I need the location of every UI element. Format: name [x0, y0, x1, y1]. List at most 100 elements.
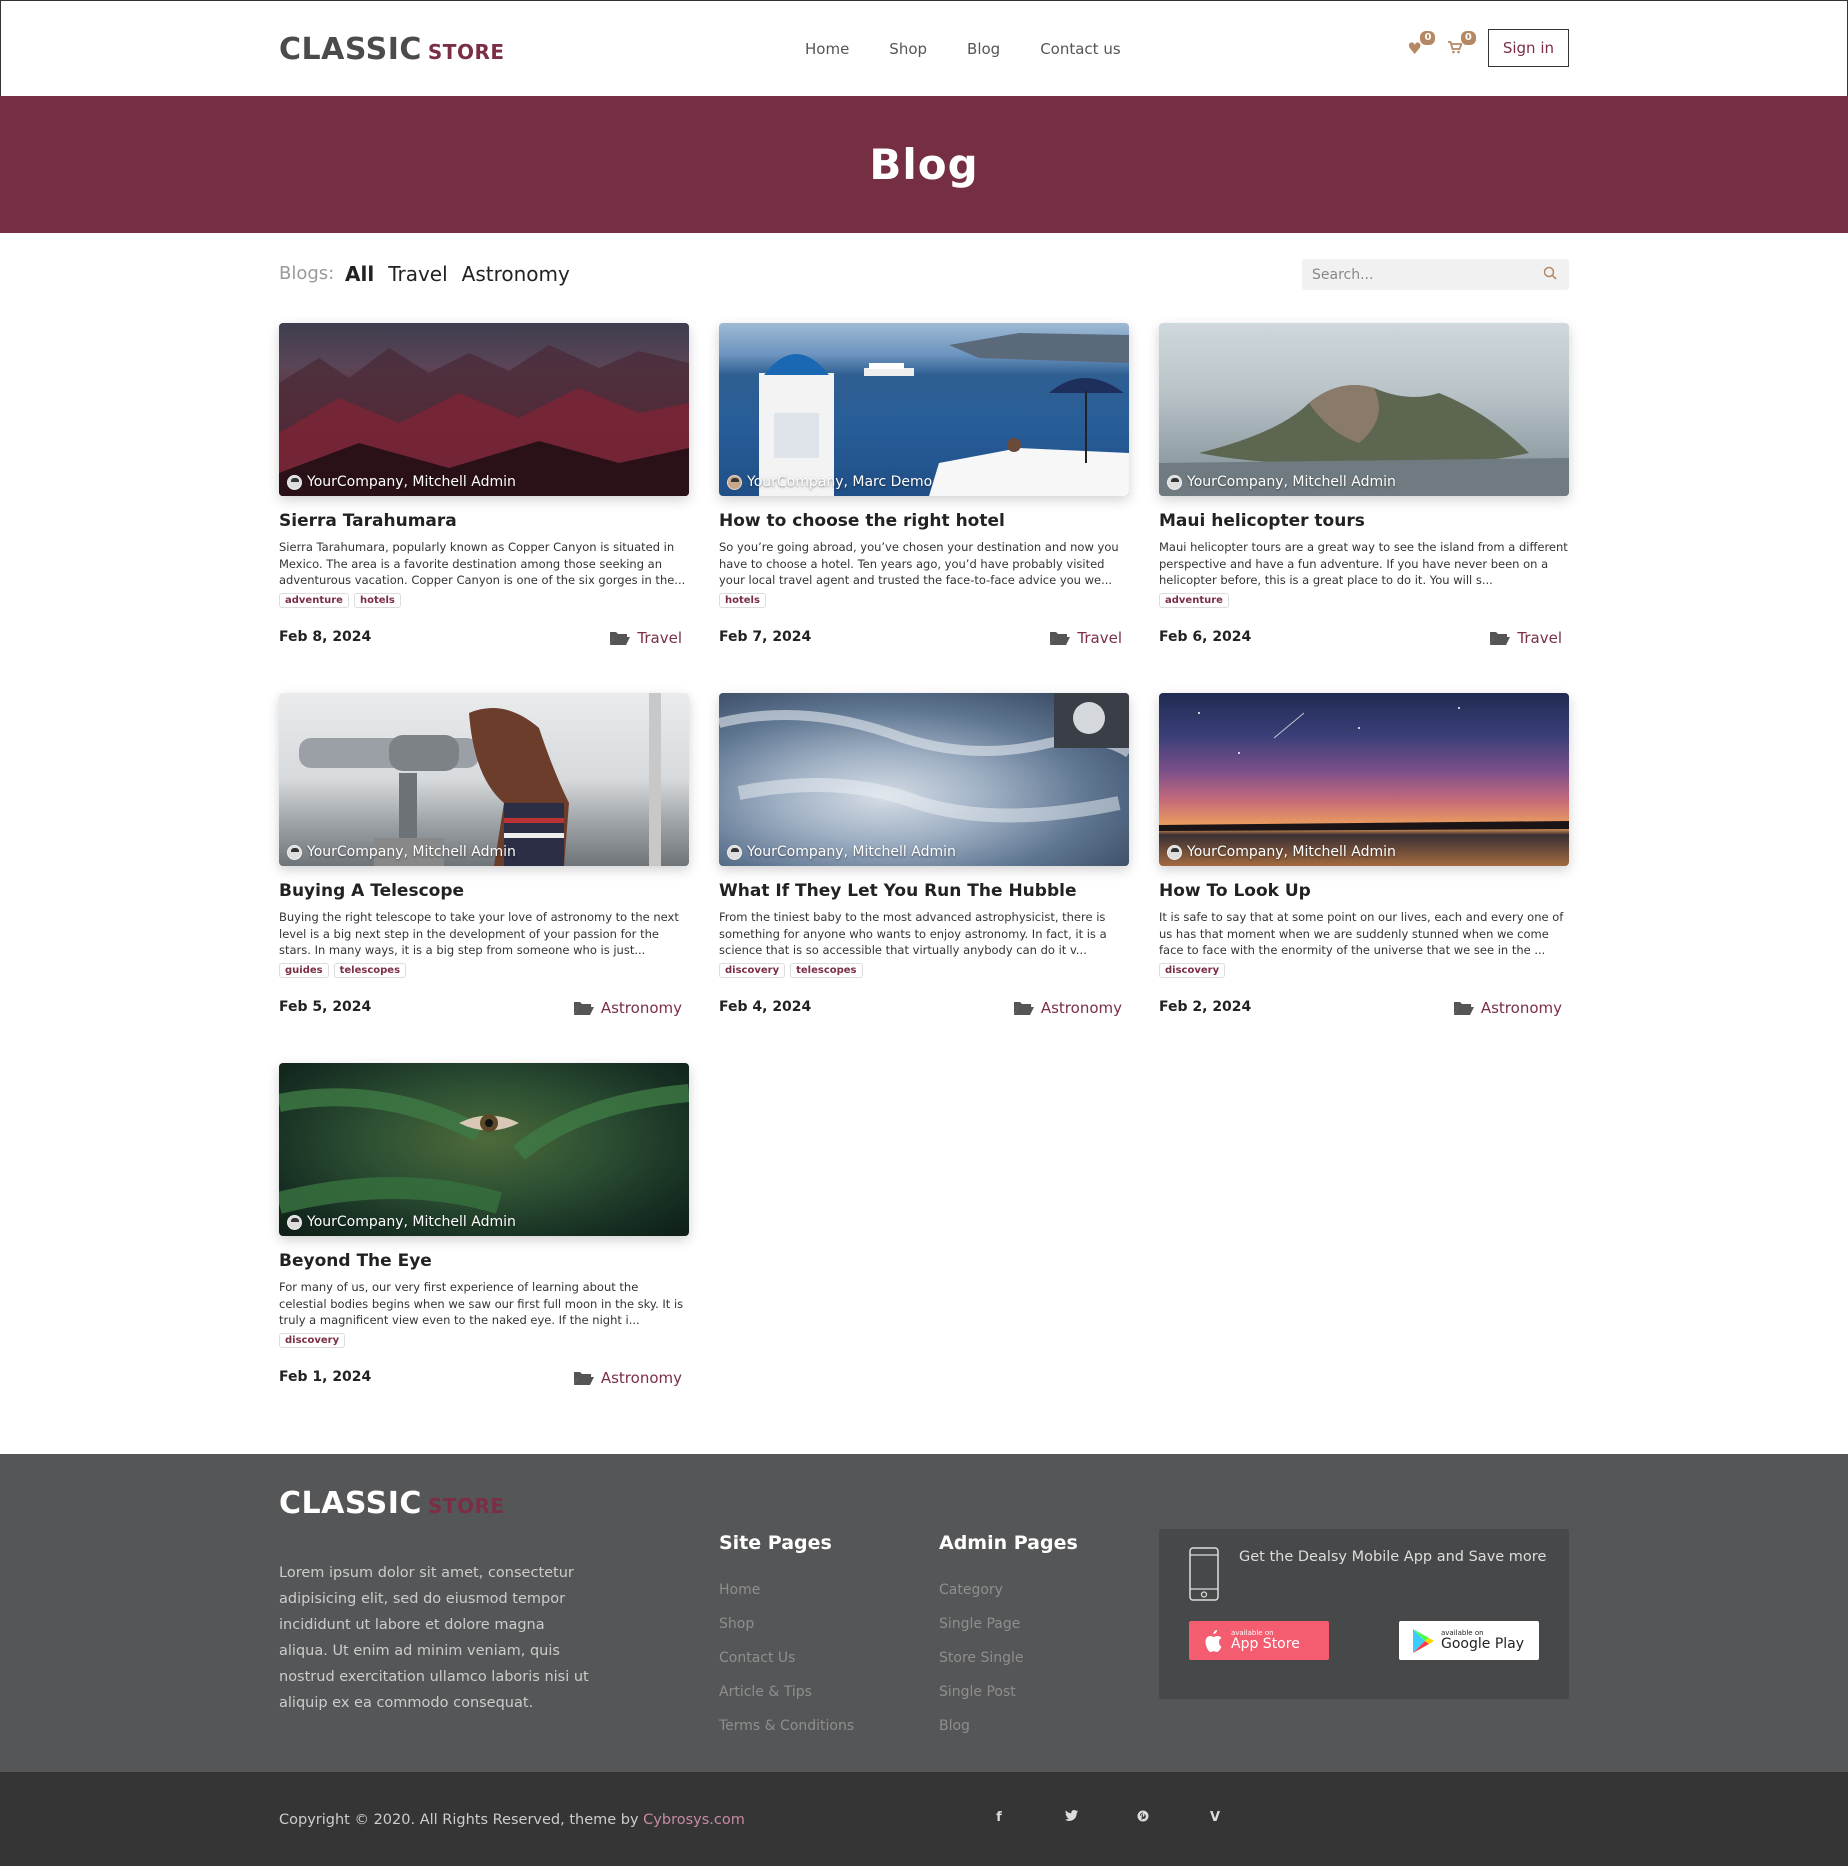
- footer-logo[interactable]: CLASSIC STORE: [279, 1486, 505, 1521]
- post-category-link[interactable]: Travel: [1049, 629, 1122, 647]
- island-image: [1159, 385, 1569, 496]
- post-date: Feb 8, 2024: [279, 629, 372, 645]
- post-tags: adventure: [1159, 593, 1569, 608]
- earth-image: [719, 693, 1129, 823]
- author-avatar: [1167, 844, 1182, 860]
- post-title[interactable]: Sierra Tarahumara: [279, 511, 689, 531]
- cart-count: 0: [1460, 30, 1476, 45]
- filter-travel[interactable]: Travel: [388, 262, 447, 286]
- footer-link-shop[interactable]: Shop: [719, 1616, 854, 1632]
- post-tag[interactable]: discovery: [719, 963, 786, 978]
- footer-link-category[interactable]: Category: [939, 1582, 1078, 1598]
- filter-astronomy[interactable]: Astronomy: [462, 262, 570, 286]
- post-category-link[interactable]: Astronomy: [573, 1369, 682, 1387]
- post-tag[interactable]: telescopes: [333, 963, 407, 978]
- site-pages-heading: Site Pages: [719, 1532, 832, 1554]
- search-box: [1302, 259, 1569, 290]
- footer-link-articles[interactable]: Article & Tips: [719, 1684, 854, 1700]
- footer-link-store-single[interactable]: Store Single: [939, 1650, 1078, 1666]
- post-tag[interactable]: hotels: [719, 593, 766, 608]
- post-author: YourCompany, Mitchell Admin: [727, 844, 956, 860]
- post-cover-image[interactable]: YourCompany, Marc Demo: [719, 323, 1129, 496]
- post-cover-image[interactable]: YourCompany, Mitchell Admin: [279, 693, 689, 866]
- blog-post-card[interactable]: YourCompany, Mitchell Admin What If They…: [719, 693, 1129, 1063]
- post-category-link[interactable]: Astronomy: [573, 999, 682, 1017]
- author-avatar: [287, 844, 302, 860]
- nav-shop[interactable]: Shop: [889, 40, 927, 58]
- footer-link-single-post[interactable]: Single Post: [939, 1684, 1078, 1700]
- folder-open-icon: [573, 1372, 594, 1385]
- search-icon[interactable]: [1543, 266, 1557, 280]
- blog-post-card[interactable]: YourCompany, Mitchell Admin Maui helicop…: [1159, 323, 1569, 693]
- post-cover-image[interactable]: YourCompany, Mitchell Admin: [719, 693, 1129, 866]
- post-tags: discovery: [1159, 963, 1569, 978]
- post-title[interactable]: What If They Let You Run The Hubble: [719, 881, 1129, 901]
- google-play-button[interactable]: available on Google Play: [1399, 1621, 1539, 1660]
- nav-contact[interactable]: Contact us: [1040, 40, 1120, 58]
- author-name: YourCompany, Marc Demo: [747, 474, 933, 490]
- footer-link-terms[interactable]: Terms & Conditions: [719, 1718, 854, 1734]
- post-cover-image[interactable]: YourCompany, Mitchell Admin: [279, 1063, 689, 1236]
- post-date: Feb 7, 2024: [719, 629, 812, 645]
- post-category-link[interactable]: Travel: [1489, 629, 1562, 647]
- footer-link-blog[interactable]: Blog: [939, 1718, 1078, 1734]
- footer-link-home[interactable]: Home: [719, 1582, 854, 1598]
- post-title[interactable]: How To Look Up: [1159, 881, 1569, 901]
- post-author: YourCompany, Mitchell Admin: [1167, 844, 1396, 860]
- footer-link-single-page[interactable]: Single Page: [939, 1616, 1078, 1632]
- folder-open-icon: [610, 632, 631, 645]
- post-category: Astronomy: [1040, 999, 1122, 1017]
- post-cover-image[interactable]: YourCompany, Mitchell Admin: [1159, 323, 1569, 496]
- app-store-button[interactable]: available on App Store: [1189, 1621, 1329, 1660]
- nav-blog[interactable]: Blog: [967, 40, 1000, 58]
- post-tag[interactable]: discovery: [279, 1333, 346, 1348]
- google-play-label: Google Play: [1441, 1636, 1525, 1652]
- site-logo[interactable]: CLASSIC STORE: [279, 32, 505, 67]
- sign-in-button[interactable]: Sign in: [1487, 29, 1569, 67]
- post-category-link[interactable]: Astronomy: [1013, 999, 1122, 1017]
- twitter-icon[interactable]: [1061, 1810, 1081, 1826]
- post-category-link[interactable]: Astronomy: [1453, 999, 1562, 1017]
- post-tag[interactable]: adventure: [1159, 593, 1229, 608]
- facebook-icon[interactable]: f: [989, 1810, 1009, 1826]
- post-tag[interactable]: guides: [279, 963, 329, 978]
- admin-pages-column: Admin Pages Category Single Page Store S…: [939, 1532, 1078, 1752]
- post-title[interactable]: How to choose the right hotel: [719, 511, 1129, 531]
- post-title[interactable]: Buying A Telescope: [279, 881, 689, 901]
- filter-all[interactable]: All: [345, 262, 374, 286]
- post-tag[interactable]: hotels: [353, 593, 401, 608]
- post-date: Feb 1, 2024: [279, 1369, 372, 1385]
- folder-open-icon: [1013, 1002, 1034, 1015]
- nav-home[interactable]: Home: [805, 40, 849, 58]
- site-header: CLASSIC STORE Home Shop Blog Contact us ♥…: [0, 0, 1848, 96]
- blog-post-card[interactable]: YourCompany, Marc Demo How to choose the…: [719, 323, 1129, 693]
- copyright-text: Copyright © 2020. All Rights Reserved, t…: [279, 1812, 745, 1828]
- app-promo-text: Get the Dealsy Mobile App and Save more: [1239, 1549, 1547, 1565]
- blog-post-card[interactable]: YourCompany, Mitchell Admin Buying A Tel…: [279, 693, 689, 1063]
- blog-post-card[interactable]: YourCompany, Mitchell Admin How To Look …: [1159, 693, 1569, 1063]
- theme-author-link[interactable]: Cybrosys.com: [643, 1812, 745, 1828]
- post-date: Feb 6, 2024: [1159, 629, 1252, 645]
- footer-link-contact[interactable]: Contact Us: [719, 1650, 854, 1666]
- vimeo-icon[interactable]: V: [1205, 1810, 1225, 1826]
- post-excerpt: It is safe to say that at some point on …: [1159, 910, 1564, 957]
- blog-post-card[interactable]: YourCompany, Mitchell Admin Beyond The E…: [279, 1063, 689, 1433]
- blog-post-card[interactable]: YourCompany, Mitchell Admin Sierra Tarah…: [279, 323, 689, 693]
- post-cover-image[interactable]: YourCompany, Mitchell Admin: [1159, 693, 1569, 866]
- wishlist-button[interactable]: ♥ 0: [1407, 30, 1436, 58]
- post-category-link[interactable]: Travel: [609, 629, 682, 647]
- post-tag[interactable]: adventure: [279, 593, 349, 608]
- post-title[interactable]: Beyond The Eye: [279, 1251, 689, 1271]
- search-input[interactable]: [1302, 266, 1522, 283]
- post-excerpt: Buying the right telescope to take your …: [279, 910, 679, 957]
- social-links: f V: [989, 1810, 1225, 1826]
- logo-main: CLASSIC: [279, 31, 422, 67]
- post-tag[interactable]: telescopes: [790, 963, 863, 978]
- post-tag[interactable]: discovery: [1159, 963, 1226, 978]
- copyright-label: Copyright © 2020. All Rights Reserved, t…: [279, 1812, 644, 1828]
- mobile-app-promo: Get the Dealsy Mobile App and Save more …: [1159, 1529, 1569, 1699]
- post-cover-image[interactable]: YourCompany, Mitchell Admin: [279, 323, 689, 496]
- cart-button[interactable]: 0: [1447, 30, 1476, 58]
- pinterest-icon[interactable]: [1133, 1810, 1153, 1826]
- post-title[interactable]: Maui helicopter tours: [1159, 511, 1569, 531]
